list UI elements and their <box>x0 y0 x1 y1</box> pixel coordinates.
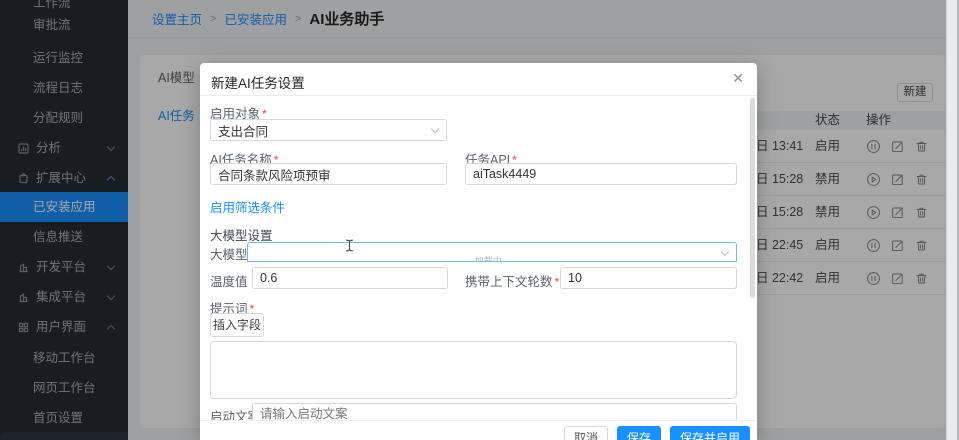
temperature-input[interactable] <box>252 267 448 289</box>
close-icon[interactable]: ✕ <box>732 70 744 87</box>
save-and-enable-button[interactable]: 保存并启用 <box>670 426 750 440</box>
prompt-textarea[interactable] <box>210 341 737 399</box>
context-rounds-label: 携带上下文轮数* <box>465 271 559 290</box>
model-select[interactable]: 加载中... <box>247 242 737 262</box>
task-name-input[interactable] <box>210 163 447 185</box>
insert-field-button[interactable]: 插入字段 <box>210 313 264 337</box>
modal-title: 新建AI任务设置 <box>211 72 305 92</box>
model-select-partial-text: 加载中... <box>248 254 736 262</box>
context-rounds-input[interactable] <box>560 267 737 289</box>
app-screen: 工作流 审批流 运行监控 流程日志 分配规则 分析 扩展中心 已安装应用 信息推… <box>0 0 959 440</box>
chevron-down-icon <box>431 125 439 133</box>
page-scrollbar[interactable] <box>946 0 959 440</box>
temperature-label: 温度值 <box>210 271 248 290</box>
cancel-button[interactable]: 取消 <box>564 426 608 440</box>
enable-target-value: 支出合同 <box>218 121 268 140</box>
enable-filter-link[interactable]: 启用筛选条件 <box>210 197 285 216</box>
modal-scrollbar-thumb[interactable] <box>750 98 755 298</box>
required-marker: * <box>555 275 560 289</box>
modal-header: 新建AI任务设置 ✕ <box>200 63 757 96</box>
text-cursor-icon <box>345 239 354 252</box>
save-button[interactable]: 保存 <box>617 426 661 440</box>
enable-target-select[interactable]: 支出合同 <box>210 119 447 141</box>
task-api-input[interactable] <box>465 163 737 185</box>
new-ai-task-modal: 新建AI任务设置 ✕ 启用对象* 支出合同 AI任务名称* 任务API* 启用筛… <box>200 63 757 440</box>
modal-footer: 取消 保存 保存并启用 <box>200 420 757 440</box>
